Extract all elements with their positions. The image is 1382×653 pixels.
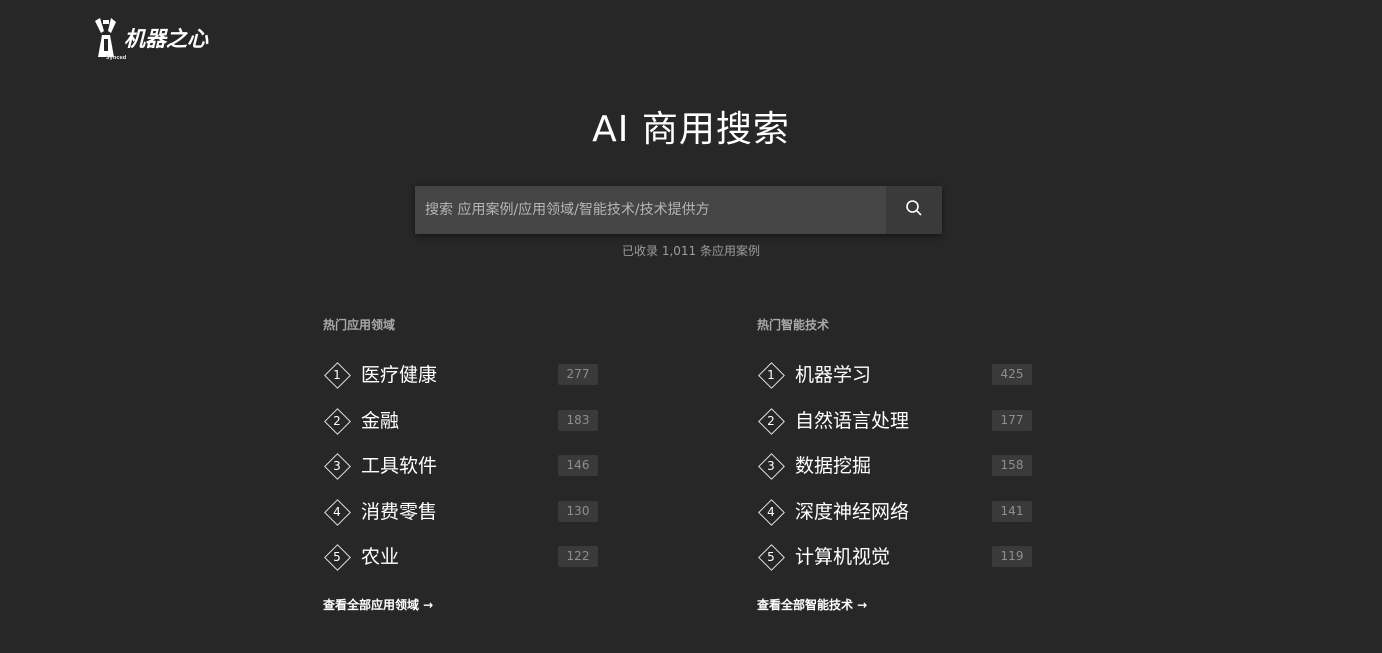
view-all-fields-link[interactable]: 查看全部应用领域 → xyxy=(323,596,433,613)
logo-text: 机器之心 xyxy=(124,27,208,51)
item-name[interactable]: 数据挖掘 xyxy=(795,453,871,479)
item-name[interactable]: 机器学习 xyxy=(795,362,871,388)
hot-tech-list: 1 机器学习 425 2 自然语言处理 177 3 数据挖掘 158 4 深度神… xyxy=(757,362,1037,590)
view-all-tech-link[interactable]: 查看全部智能技术 → xyxy=(757,596,867,613)
search-input[interactable] xyxy=(415,186,886,234)
item-name[interactable]: 工具软件 xyxy=(361,453,437,479)
section-title: 热门应用领域 xyxy=(323,318,396,332)
list-item[interactable]: 1 医疗健康 277 xyxy=(323,362,603,408)
item-name[interactable]: 医疗健康 xyxy=(361,362,437,388)
item-name[interactable]: 农业 xyxy=(361,544,399,570)
rank-diamond-icon: 4 xyxy=(323,498,351,526)
item-name[interactable]: 金融 xyxy=(361,408,399,434)
list-item[interactable]: 2 自然语言处理 177 xyxy=(757,408,1037,454)
rank-diamond-icon: 3 xyxy=(323,452,351,480)
list-item[interactable]: 1 机器学习 425 xyxy=(757,362,1037,408)
item-name[interactable]: 深度神经网络 xyxy=(795,499,909,525)
hot-tech-section: 热门智能技术 1 机器学习 425 2 自然语言处理 177 3 数据挖掘 15… xyxy=(757,316,1037,613)
rank-diamond-icon: 3 xyxy=(757,452,785,480)
rank-diamond-icon: 4 xyxy=(757,498,785,526)
item-name[interactable]: 自然语言处理 xyxy=(795,408,909,434)
search-bar xyxy=(415,186,942,234)
list-item[interactable]: 4 深度神经网络 141 xyxy=(757,499,1037,545)
count-badge: 277 xyxy=(558,364,598,385)
page-title: AI 商用搜索 xyxy=(592,109,790,150)
list-item[interactable]: 3 数据挖掘 158 xyxy=(757,453,1037,499)
site-logo[interactable]: Synced 机器之心 xyxy=(94,17,208,61)
item-name[interactable]: 计算机视觉 xyxy=(795,544,890,570)
hot-fields-section: 热门应用领域 1 医疗健康 277 2 金融 183 3 工具软件 146 4 … xyxy=(323,316,603,613)
count-badge: 177 xyxy=(992,409,1032,431)
rank-diamond-icon: 1 xyxy=(757,361,785,389)
list-item[interactable]: 3 工具软件 146 xyxy=(323,453,603,499)
count-badge: 119 xyxy=(992,546,1032,568)
list-item[interactable]: 5 农业 122 xyxy=(323,544,603,590)
count-badge: 122 xyxy=(558,546,598,568)
rank-diamond-icon: 2 xyxy=(757,407,785,435)
section-title: 热门智能技术 xyxy=(757,318,830,332)
count-badge: 130 xyxy=(558,500,598,522)
synced-logo-icon: Synced xyxy=(94,17,126,61)
count-badge: 158 xyxy=(992,455,1032,477)
count-badge: 425 xyxy=(992,364,1032,385)
rank-diamond-icon: 1 xyxy=(323,361,351,389)
search-button[interactable] xyxy=(886,186,942,234)
search-icon xyxy=(905,199,923,221)
list-item[interactable]: 4 消费零售 130 xyxy=(323,499,603,545)
count-badge: 146 xyxy=(558,455,598,477)
case-count: 已收录 1,011 条应用案例 xyxy=(622,244,760,258)
logo-subtitle: Synced xyxy=(106,55,127,61)
rank-diamond-icon: 5 xyxy=(323,543,351,571)
rank-diamond-icon: 5 xyxy=(757,543,785,571)
hot-fields-list: 1 医疗健康 277 2 金融 183 3 工具软件 146 4 消费零售 13… xyxy=(323,362,603,590)
count-badge: 183 xyxy=(558,409,598,431)
list-item[interactable]: 2 金融 183 xyxy=(323,408,603,454)
rank-diamond-icon: 2 xyxy=(323,407,351,435)
item-name[interactable]: 消费零售 xyxy=(361,499,437,525)
count-badge: 141 xyxy=(992,500,1032,522)
list-item[interactable]: 5 计算机视觉 119 xyxy=(757,544,1037,590)
